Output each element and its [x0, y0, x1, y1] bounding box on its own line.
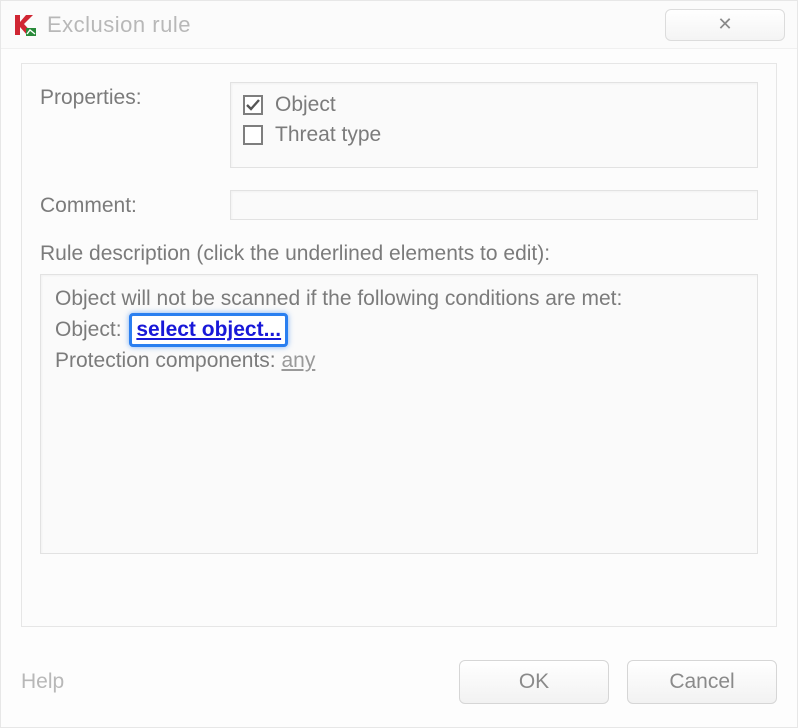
close-button[interactable]: ✕	[665, 9, 785, 41]
ok-button[interactable]: OK	[459, 660, 609, 704]
checkbox-threat-type[interactable]: Threat type	[243, 123, 745, 147]
content-panel: Properties: Object Threat type Comment: …	[21, 63, 777, 627]
ok-button-label: OK	[519, 670, 549, 694]
rule-description-label: Rule description (click the underlined e…	[40, 242, 758, 266]
window-title: Exclusion rule	[47, 12, 191, 38]
protection-prefix: Protection components:	[55, 349, 276, 372]
properties-label: Properties:	[40, 82, 230, 110]
description-condition-text: Object will not be scanned if the follow…	[55, 285, 743, 313]
exclusion-rule-window: Exclusion rule ✕ Properties: Object Thre…	[0, 0, 798, 728]
comment-input[interactable]	[230, 190, 758, 220]
comment-row: Comment:	[40, 190, 758, 220]
checkbox-threat-type-label: Threat type	[275, 123, 381, 147]
checkbox-object-label: Object	[275, 93, 336, 117]
comment-label: Comment:	[40, 190, 230, 218]
rule-description-box: Object will not be scanned if the follow…	[40, 274, 758, 554]
close-icon: ✕	[717, 14, 732, 35]
select-object-highlight: select object...	[129, 313, 288, 347]
select-object-link[interactable]: select object...	[136, 318, 281, 341]
checkbox-threat-type-box	[243, 125, 263, 145]
properties-box: Object Threat type	[230, 82, 758, 168]
object-prefix: Object:	[55, 318, 122, 341]
kaspersky-icon	[13, 13, 37, 37]
cancel-button[interactable]: Cancel	[627, 660, 777, 704]
description-object-line: Object: select object...	[55, 313, 743, 347]
rule-description-section: Rule description (click the underlined e…	[40, 242, 758, 554]
checkbox-object[interactable]: Object	[243, 93, 745, 117]
footer: Help OK Cancel	[1, 637, 797, 727]
protection-components-link[interactable]: any	[281, 349, 315, 372]
checkbox-object-box	[243, 95, 263, 115]
properties-row: Properties: Object Threat type	[40, 82, 758, 168]
description-protection-line: Protection components: any	[55, 347, 743, 375]
titlebar: Exclusion rule ✕	[1, 1, 797, 49]
help-link[interactable]: Help	[21, 670, 64, 694]
cancel-button-label: Cancel	[669, 670, 734, 694]
